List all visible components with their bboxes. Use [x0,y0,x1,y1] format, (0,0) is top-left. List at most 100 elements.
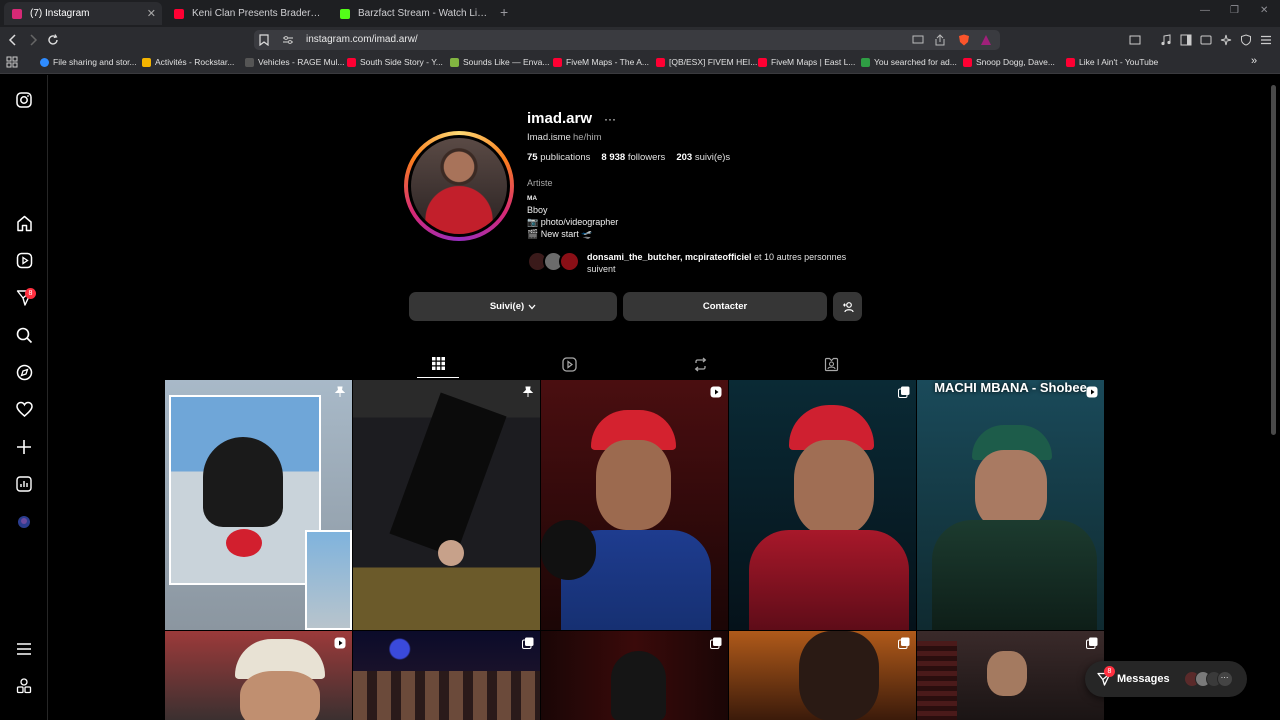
instagram-logo-icon[interactable] [14,90,34,110]
red-jacket [749,530,909,630]
site-info-icon[interactable] [280,32,296,48]
restore-icon[interactable]: ❐ [1230,5,1239,16]
messages-button[interactable]: 8 Messages ··· [1085,661,1247,697]
bookmark-item[interactable]: South Side Story - Y... [347,57,443,67]
close-tab-icon[interactable]: ✕ [147,7,156,20]
profile-avatar-ring[interactable] [404,131,514,241]
bookmark-label: Vehicles - RAGE Mul... [258,57,345,67]
tab-posts[interactable] [417,350,459,378]
brave-shield-icon[interactable] [956,32,972,48]
explore-icon[interactable] [14,362,34,382]
reload-button[interactable] [44,31,62,49]
followers-stat[interactable]: 8 938 followers [601,152,665,163]
bookmark-item[interactable]: FiveM Maps - The A... [553,57,649,67]
following-label: suivi(e)s [694,152,731,163]
create-icon[interactable] [14,437,34,457]
page-scrollbar[interactable] [1271,85,1276,435]
menu-icon[interactable] [1258,32,1274,48]
pinned-icon [334,386,346,397]
bookmark-page-icon[interactable] [256,32,272,48]
minimize-icon[interactable]: — [1200,5,1210,16]
profile-pronouns: he/him [573,132,602,143]
cast-icon[interactable] [910,32,926,48]
tab-youtube[interactable]: Keni Clan Presents Braderz - F'Dlam [166,2,330,25]
contact-button[interactable]: Contacter [623,292,827,321]
bookmark-item[interactable]: Like I Ain't - YouTube [1066,57,1158,67]
person-silhouette [611,651,666,720]
person-face [975,450,1047,530]
post-thumbnail[interactable]: MACHI MBANA - Shobee [917,380,1104,630]
profile-avatar [408,135,510,237]
heart-icon[interactable] [14,399,34,419]
wallet-icon[interactable] [1198,32,1214,48]
post-thumbnail[interactable] [353,631,540,720]
tab-title: Barzfact Stream - Watch Live on Kick [358,8,488,19]
tab-instagram[interactable]: (7) Instagram ✕ [4,2,162,25]
share-icon[interactable] [932,32,948,48]
tagged-icon [824,357,838,371]
bookmark-item[interactable]: Vehicles - RAGE Mul... [245,57,344,67]
url-text[interactable]: instagram.com/imad.arw/ [306,34,418,45]
leo-ai-icon[interactable] [1218,32,1234,48]
followed-by[interactable]: donsami_the_butcher, mcpirateofficiel et… [527,251,857,275]
tab-reels[interactable] [548,350,590,378]
post-thumbnail[interactable] [729,631,916,720]
posts-count: 75 [527,152,538,163]
post-thumbnail[interactable] [541,631,728,720]
bookmark-item[interactable]: Sounds Like — Enva... [450,57,549,67]
bookmark-item[interactable]: Activités - Rockstar... [142,57,234,67]
envato-icon [450,57,459,67]
bookmark-item[interactable]: You searched for ad... [861,57,957,67]
more-bookmarks-icon[interactable]: » [1251,55,1257,67]
meta-apps-icon[interactable] [14,676,34,696]
post-thumbnail[interactable] [729,380,916,630]
sidebar-icon[interactable] [1178,32,1194,48]
tab-title: Keni Clan Presents Braderz - F'Dlam [192,8,322,19]
bookmark-item[interactable]: [QB/ESX] FIVEM HEI... [656,57,757,67]
youtube-icon [1066,57,1075,67]
post-thumbnail[interactable] [541,380,728,630]
tab-title: (7) Instagram [30,8,90,19]
profile-username: imad.arw [527,110,593,127]
profile-avatar-icon[interactable] [14,512,34,532]
kick-favicon-icon [340,8,350,19]
reels-icon[interactable] [14,250,34,270]
brave-rewards-icon[interactable] [978,32,994,48]
suggested-users-button[interactable] [833,292,862,321]
media-icon[interactable] [1158,32,1174,48]
more-menu-icon[interactable] [14,639,34,659]
carousel-icon [1086,637,1098,649]
new-tab-button[interactable]: + [500,4,508,20]
profile-options-icon[interactable]: ··· [604,112,616,126]
carousel-icon [898,386,910,398]
close-window-icon[interactable]: ✕ [1260,5,1268,16]
person-face [794,440,874,535]
tab-kick[interactable]: Barzfact Stream - Watch Live on Kick [332,2,496,25]
bookmark-item[interactable]: File sharing and stor... [40,57,137,67]
bookmark-item[interactable]: Snoop Dogg, Dave... [963,57,1055,67]
repost-icon [694,357,706,371]
following-stat[interactable]: 203 suivi(e)s [676,152,730,163]
forward-button[interactable] [24,31,42,49]
search-icon[interactable] [14,325,34,345]
youtube-icon [347,57,356,67]
post-thumbnail[interactable] [165,631,352,720]
vpn-icon[interactable] [1238,32,1254,48]
bio-line: 🎬 New start 🛫 [527,229,593,239]
dashboard-icon[interactable] [14,474,34,494]
tab-tagged[interactable] [810,350,852,378]
apps-grid-icon[interactable] [6,56,18,68]
tab-search-icon[interactable] [1127,32,1143,48]
post-thumbnail[interactable] [165,380,352,630]
red-hat [226,529,262,557]
home-icon[interactable] [14,213,34,233]
url-bar[interactable]: instagram.com/imad.arw/ [254,30,1000,50]
cloud-icon [40,57,49,67]
following-button[interactable]: Suivi(e) [409,292,617,321]
bookmark-item[interactable]: FiveM Maps | East L... [758,57,855,67]
tab-reposts[interactable] [679,350,721,378]
post-thumbnail[interactable] [353,380,540,630]
back-button[interactable] [4,31,22,49]
post-thumbnail[interactable] [917,631,1104,720]
person-face [596,440,671,530]
